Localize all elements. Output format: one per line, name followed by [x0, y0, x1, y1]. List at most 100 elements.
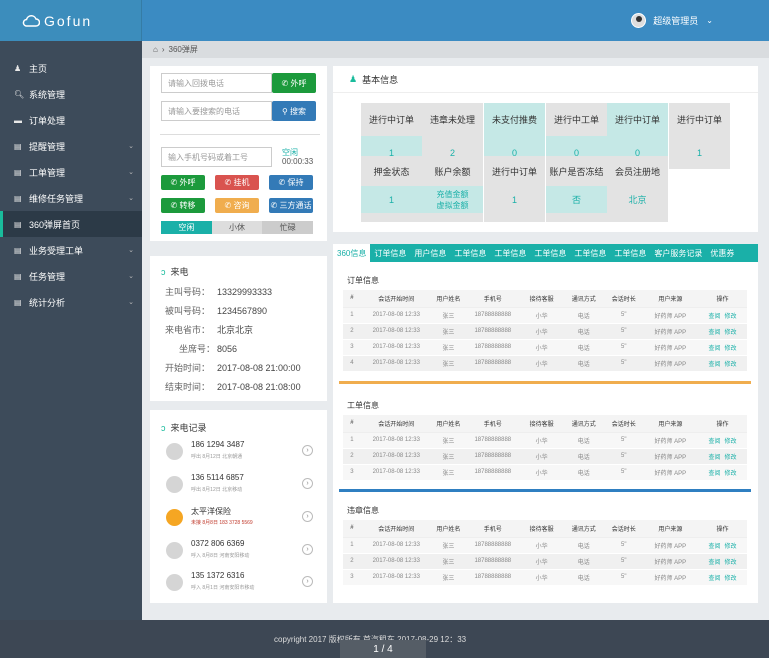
- view-link[interactable]: 查阅: [709, 330, 721, 336]
- edit-link[interactable]: 修改: [725, 439, 737, 445]
- car-icon: ▬: [14, 115, 22, 125]
- view-link[interactable]: 查阅: [709, 471, 721, 477]
- tab-workorder-info[interactable]: 工单信息: [570, 244, 610, 262]
- chevron-right-icon[interactable]: ›: [302, 478, 313, 489]
- view-link[interactable]: 查阅: [709, 439, 721, 445]
- tab-workorder-info[interactable]: 工单信息: [490, 244, 530, 262]
- tab-workorder-info[interactable]: 工单信息: [530, 244, 570, 262]
- start-time: 开始时间： 2017-08-08 21:00:00: [165, 363, 301, 373]
- sidebar-item-label: 提醒管理: [29, 141, 66, 152]
- search-button[interactable]: ⚲ 搜索: [272, 101, 316, 121]
- list-item[interactable]: 136 5114 6857 呼出 8月12日 北京移动 ›: [163, 471, 313, 503]
- sidebar-item-home[interactable]: ♟ 主页: [0, 55, 142, 81]
- footer: copyright 2017 版权所有 首汽租车 2017-08-29 12：3…: [0, 620, 769, 658]
- table-cell: 2017-08-08 12:33: [360, 569, 432, 586]
- edit-link[interactable]: 修改: [725, 544, 737, 550]
- table-row: 3 2017-08-08 12:33 张三 18788888888 小华 电话 5" 好药师 …: [343, 569, 747, 586]
- edit-link[interactable]: 修改: [725, 471, 737, 477]
- conference-button[interactable]: ✆ 三方通话: [269, 198, 313, 213]
- transfer-button[interactable]: ✆ 转移: [161, 198, 205, 213]
- tab-user-info[interactable]: 用户信息: [410, 244, 450, 262]
- column-header: 用户来源: [642, 415, 699, 433]
- sidebar-item-workorders[interactable]: ▤ 工单管理 ⌄: [0, 159, 142, 185]
- sidebar-item-reminders[interactable]: ▤ 提醒管理 ⌄: [0, 133, 142, 159]
- table-cell: 18788888888: [465, 569, 521, 586]
- tab-workorder-info[interactable]: 工单信息: [450, 244, 490, 262]
- table-cell: 3: [343, 339, 361, 356]
- user-menu[interactable]: 超级管理员 ⌄: [631, 13, 713, 28]
- edit-link[interactable]: 修改: [725, 455, 737, 461]
- list-item[interactable]: 0372 806 6369 呼入 8月8日 河南安阳移动 ›: [163, 537, 313, 569]
- view-link[interactable]: 查阅: [709, 576, 721, 582]
- tab-360-info[interactable]: 360信息: [333, 244, 371, 262]
- table-cell: 张三: [431, 569, 466, 586]
- list-item[interactable]: 太平洋保险 未接 8月8日 183 3728 5569 ›: [163, 504, 313, 536]
- table-cell: 2017-08-08 12:33: [360, 464, 432, 481]
- sidebar-item-label: 系统管理: [29, 89, 66, 100]
- column-header: 接待客服: [520, 520, 563, 538]
- view-link[interactable]: 查阅: [709, 455, 721, 461]
- dial-input[interactable]: 输入手机号码或着工号: [161, 147, 272, 167]
- tab-order-info[interactable]: 订单信息: [370, 244, 410, 262]
- column-header: 通讯方式: [562, 520, 605, 538]
- table-cell: 张三: [431, 537, 466, 554]
- sidebar-item-business[interactable]: ▤ 业务受理工单 ⌄: [0, 237, 142, 263]
- column-header: 会话开始时间: [360, 415, 432, 433]
- stat-cell: 押金状态 1: [361, 156, 422, 222]
- search-phone-input[interactable]: 请输入要搜索的电话: [161, 101, 272, 121]
- sidebar-item-system[interactable]: 🔍︎ 系统管理: [0, 81, 142, 107]
- state-busy[interactable]: 忙碌: [262, 221, 314, 234]
- edit-link[interactable]: 修改: [725, 576, 737, 582]
- book-icon: ▤: [14, 141, 22, 151]
- chevron-right-icon[interactable]: ›: [302, 445, 313, 456]
- edit-link[interactable]: 修改: [725, 314, 737, 320]
- table-cell: 2: [343, 323, 361, 340]
- edit-link[interactable]: 修改: [725, 560, 737, 566]
- logo[interactable]: Gofun: [0, 0, 142, 41]
- table-cell: 电话: [562, 448, 605, 465]
- view-link[interactable]: 查阅: [709, 314, 721, 320]
- sidebar-item-tasks[interactable]: ▤ 任务管理 ⌄: [0, 263, 142, 289]
- chevron-right-icon[interactable]: ›: [302, 544, 313, 555]
- page-indicator: 1 / 4: [340, 640, 426, 658]
- state-idle[interactable]: 空闲: [161, 221, 212, 234]
- table-cell: 5": [604, 323, 643, 340]
- table-cell: 好药师 APP: [642, 464, 699, 481]
- callback-input[interactable]: 请输入回拨电话: [161, 73, 272, 93]
- home-icon[interactable]: ⌂: [153, 45, 158, 54]
- view-link[interactable]: 查阅: [709, 346, 721, 352]
- edit-link[interactable]: 修改: [725, 330, 737, 336]
- chevron-down-icon: ⌄: [128, 247, 134, 254]
- table-cell: 小华: [520, 448, 563, 465]
- edit-link[interactable]: 修改: [725, 362, 737, 368]
- list-item[interactable]: 186 1294 3487 呼出 8月12日 北京朝通 ›: [163, 438, 313, 470]
- edit-link[interactable]: 修改: [725, 346, 737, 352]
- table-cell: 2017-08-08 12:33: [360, 339, 432, 356]
- chevron-right-icon[interactable]: ›: [302, 576, 313, 587]
- table-cell: 小华: [520, 553, 563, 570]
- list-item[interactable]: 135 1372 6316 呼入 8月1日 河南安阳市移动 ›: [163, 569, 313, 601]
- sidebar-item-360-home[interactable]: ▤ 360弹屏首页: [0, 211, 142, 237]
- consult-button[interactable]: ✆ 咨询: [215, 198, 259, 213]
- dial-outbound-button[interactable]: ✆ 外呼: [161, 175, 205, 190]
- hangup-button[interactable]: ✆ 挂机: [215, 175, 259, 190]
- tab-workorder-info[interactable]: 工单信息: [610, 244, 650, 262]
- view-link[interactable]: 查阅: [709, 544, 721, 550]
- view-link[interactable]: 查阅: [709, 560, 721, 566]
- sidebar-item-orders[interactable]: ▬ 订单处理: [0, 107, 142, 133]
- tab-coupons[interactable]: 优惠券: [706, 244, 738, 262]
- table-cell: 18788888888: [465, 553, 521, 570]
- outbound-button[interactable]: ✆ 外呼: [272, 73, 316, 93]
- sidebar-item-stats[interactable]: ▤ 统计分析 ⌄: [0, 289, 142, 315]
- table-cell: 电话: [562, 339, 605, 356]
- book-icon: ▤: [14, 167, 22, 177]
- view-link[interactable]: 查阅: [709, 362, 721, 368]
- table-cell: 好药师 APP: [642, 537, 699, 554]
- hold-button[interactable]: ✆ 保持: [269, 175, 313, 190]
- stat-cell: 会员注册地 北京: [607, 156, 668, 222]
- tab-service-records[interactable]: 客户服务记录: [650, 244, 706, 262]
- state-break[interactable]: 小休: [211, 221, 263, 234]
- chevron-right-icon[interactable]: ›: [302, 511, 313, 522]
- sidebar-item-repair-tasks[interactable]: ▤ 维修任务管理 ⌄: [0, 185, 142, 211]
- book-icon: ▤: [14, 245, 22, 255]
